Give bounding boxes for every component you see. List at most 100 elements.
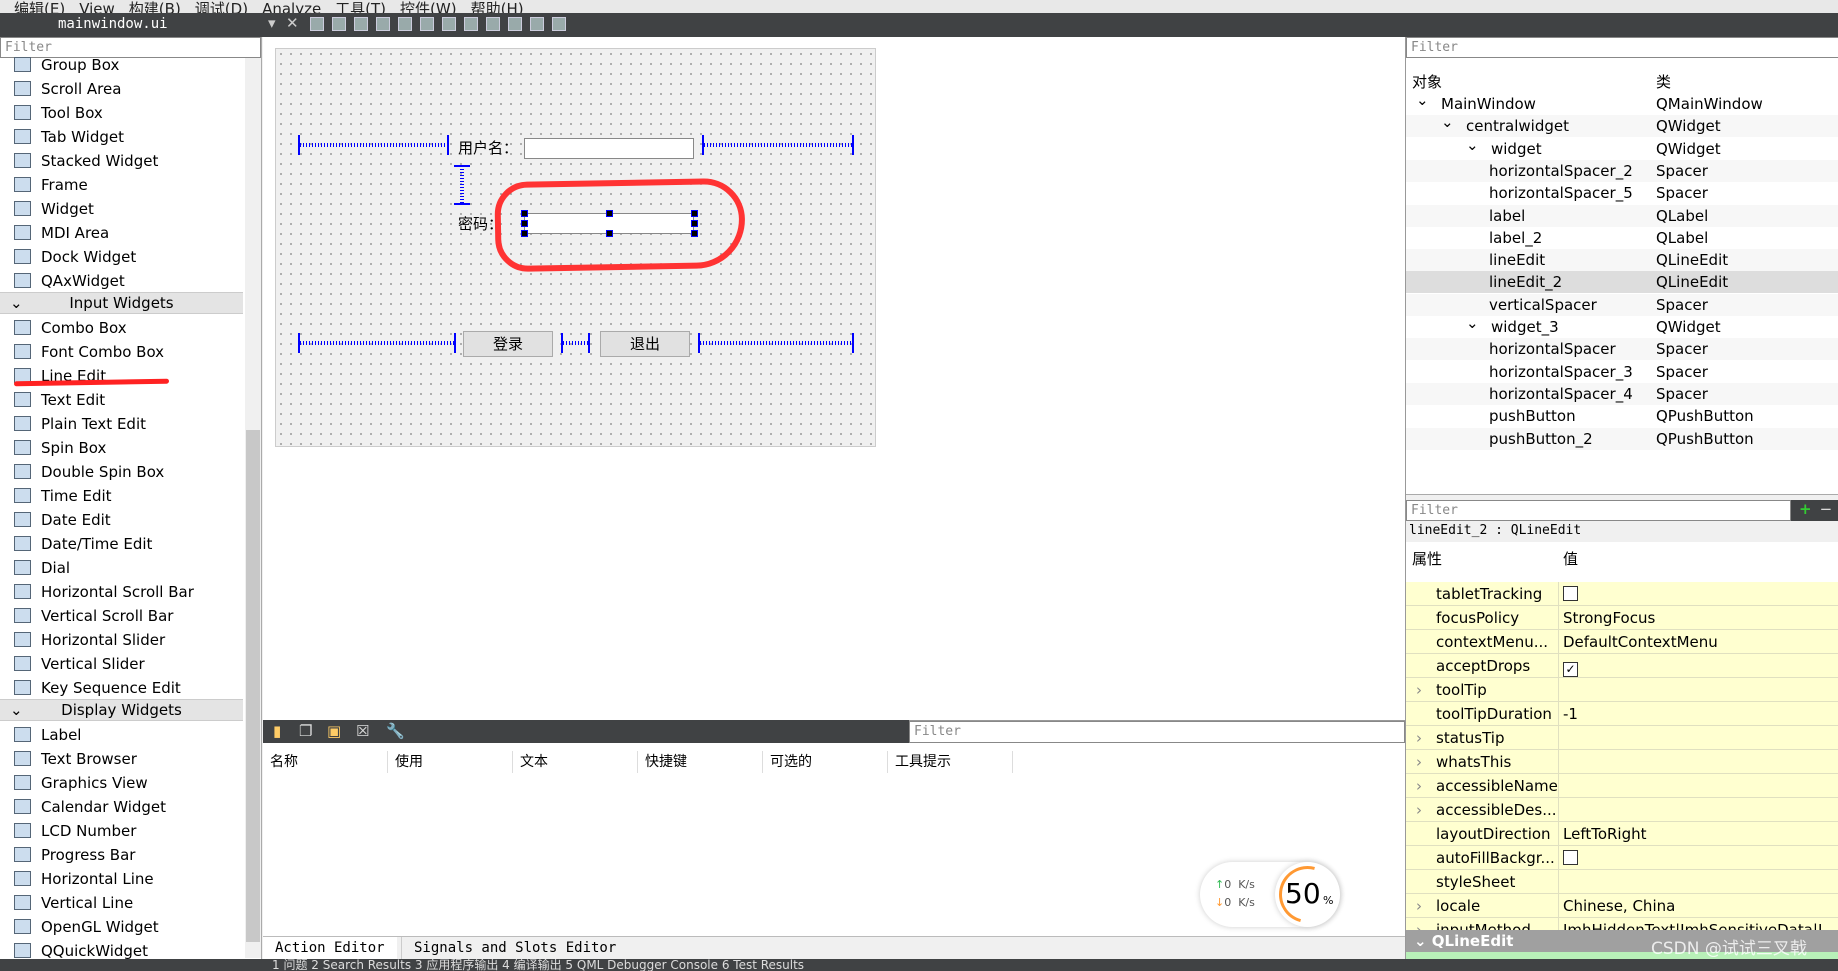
chevron-right-icon[interactable]: › bbox=[1416, 798, 1422, 822]
widget-item[interactable]: Key Sequence Edit bbox=[14, 676, 181, 700]
layout-tool-icon[interactable] bbox=[464, 17, 478, 31]
layout-tool-icon[interactable] bbox=[508, 17, 522, 31]
widget-item[interactable]: Vertical Slider bbox=[14, 652, 145, 676]
tab-action-editor[interactable]: Action Editor bbox=[263, 937, 397, 960]
menu-item[interactable]: View bbox=[79, 0, 115, 13]
widget-item[interactable]: Horizontal Slider bbox=[14, 628, 165, 652]
widget-item[interactable]: Date/Time Edit bbox=[14, 532, 152, 556]
property-value[interactable] bbox=[1558, 798, 1563, 822]
property-value[interactable]: Chinese, China bbox=[1558, 894, 1675, 918]
horizontal-spacer[interactable] bbox=[698, 333, 854, 353]
layout-tool-icon[interactable] bbox=[420, 17, 434, 31]
menu-item[interactable]: 调试(D) bbox=[195, 0, 248, 13]
widget-item[interactable]: Calendar Widget bbox=[14, 795, 166, 819]
object-tree-row[interactable]: label QLabel bbox=[1406, 204, 1838, 227]
property-row[interactable]: › whatsThis bbox=[1406, 750, 1838, 774]
property-value[interactable] bbox=[1558, 678, 1563, 702]
widget-item[interactable]: Scroll Area bbox=[14, 77, 121, 101]
open-file-selector[interactable]: mainwindow.ui bbox=[58, 16, 168, 32]
widget-item[interactable]: Widget bbox=[14, 197, 94, 221]
object-tree-row[interactable]: ⌄ widget QWidget bbox=[1406, 136, 1838, 160]
widget-item[interactable]: Plain Text Edit bbox=[14, 412, 146, 436]
widget-item[interactable]: Vertical Line bbox=[14, 891, 133, 915]
output-tabs[interactable]: 1 问题 2 Search Results 3 应用程序输出 4 编译输出 5 … bbox=[272, 959, 804, 971]
property-row[interactable]: tabletTracking bbox=[1406, 582, 1838, 606]
horizontal-spacer[interactable] bbox=[561, 333, 590, 353]
chevron-down-icon[interactable]: ⌄ bbox=[1466, 312, 1479, 334]
widget-item[interactable]: Font Combo Box bbox=[14, 340, 164, 364]
object-tree-row[interactable]: pushButton QPushButton bbox=[1406, 405, 1838, 427]
widget-item[interactable]: Group Box bbox=[14, 53, 119, 77]
property-value[interactable] bbox=[1558, 870, 1563, 894]
horizontal-spacer[interactable] bbox=[702, 135, 854, 155]
property-value[interactable]: ✓ bbox=[1558, 654, 1578, 678]
object-tree-row[interactable]: horizontalSpacer_5 Spacer bbox=[1406, 182, 1838, 204]
column-header[interactable]: 快捷键 bbox=[638, 751, 763, 773]
widget-item[interactable]: Combo Box bbox=[14, 316, 127, 340]
chevron-right-icon[interactable]: › bbox=[1416, 750, 1422, 774]
memory-gauge[interactable]: 50% bbox=[1268, 855, 1347, 934]
widget-item[interactable]: Spin Box bbox=[14, 436, 106, 460]
chevron-right-icon[interactable]: › bbox=[1416, 894, 1422, 918]
object-tree-row[interactable]: horizontalSpacer_3 Spacer bbox=[1406, 361, 1838, 383]
menu-item[interactable]: 构建(B) bbox=[129, 0, 181, 13]
property-value[interactable]: -1 bbox=[1558, 702, 1578, 726]
widget-item[interactable]: Horizontal Line bbox=[14, 867, 154, 891]
widget-item[interactable]: Tool Box bbox=[14, 101, 103, 125]
layout-tool-icon[interactable] bbox=[530, 17, 544, 31]
widget-item[interactable]: Horizontal Scroll Bar bbox=[14, 580, 194, 604]
layout-tool-icon[interactable] bbox=[442, 17, 456, 31]
property-value[interactable] bbox=[1558, 846, 1578, 870]
add-property-icon[interactable]: + bbox=[1799, 500, 1812, 518]
widget-item[interactable]: QAxWidget bbox=[14, 269, 125, 293]
object-tree-row[interactable]: horizontalSpacer Spacer bbox=[1406, 338, 1838, 361]
vertical-spacer[interactable] bbox=[454, 165, 470, 205]
action-filter-input[interactable]: Filter bbox=[909, 721, 1405, 743]
widget-item[interactable]: Double Spin Box bbox=[14, 460, 164, 484]
property-row[interactable]: › accessibleDes... bbox=[1406, 798, 1838, 822]
checkbox[interactable]: ✓ bbox=[1563, 662, 1578, 677]
property-row[interactable]: layoutDirection LeftToRight bbox=[1406, 822, 1838, 846]
layout-tool-icon[interactable] bbox=[552, 17, 566, 31]
chevron-down-icon[interactable]: ⌄ bbox=[1441, 111, 1454, 133]
chevron-right-icon[interactable]: › bbox=[1416, 774, 1422, 798]
chevron-down-icon[interactable]: ⌄ bbox=[1466, 134, 1479, 156]
widget-item[interactable]: Text Browser bbox=[14, 747, 137, 771]
delete-icon[interactable]: ☒ bbox=[356, 722, 369, 740]
object-tree-row[interactable]: horizontalSpacer_4 Spacer bbox=[1406, 382, 1838, 405]
widget-item[interactable]: Label bbox=[14, 723, 81, 747]
layout-tool-icon[interactable] bbox=[354, 17, 368, 31]
property-filter-input[interactable]: Filter bbox=[1406, 500, 1791, 521]
object-tree-row[interactable]: lineEdit QLineEdit bbox=[1406, 249, 1838, 272]
property-row[interactable]: › accessibleName bbox=[1406, 774, 1838, 798]
object-filter-input[interactable]: Filter bbox=[1406, 37, 1838, 58]
menu-item[interactable]: 工具(T) bbox=[335, 0, 386, 13]
chevron-down-icon[interactable]: ▾ bbox=[268, 14, 276, 32]
widget-item[interactable]: Text Edit bbox=[14, 388, 105, 412]
object-tree-row[interactable]: horizontalSpacer_2 Spacer bbox=[1406, 159, 1838, 182]
login-button[interactable]: 登录 bbox=[463, 331, 553, 357]
chevron-right-icon[interactable]: › bbox=[1416, 726, 1422, 750]
username-input[interactable] bbox=[524, 138, 694, 159]
widget-item[interactable]: Vertical Scroll Bar bbox=[14, 604, 173, 628]
column-header[interactable]: 可选的 bbox=[763, 751, 888, 773]
object-tree-row[interactable]: ⌄ widget_3 QWidget bbox=[1406, 314, 1838, 338]
new-action-icon[interactable]: ▮ bbox=[273, 722, 281, 740]
property-row[interactable]: toolTipDuration -1 bbox=[1406, 702, 1838, 726]
property-value[interactable]: StrongFocus bbox=[1558, 606, 1655, 630]
exit-button[interactable]: 退出 bbox=[600, 331, 690, 357]
layout-tool-icon[interactable] bbox=[486, 17, 500, 31]
column-header[interactable]: 工具提示 bbox=[888, 751, 1013, 773]
object-tree-row[interactable]: ⌄ MainWindow QMainWindow bbox=[1406, 91, 1838, 115]
property-row[interactable]: styleSheet bbox=[1406, 870, 1838, 894]
layout-tool-icon[interactable] bbox=[332, 17, 346, 31]
checkbox[interactable] bbox=[1563, 586, 1578, 601]
chevron-down-icon[interactable]: ⌄ bbox=[1416, 89, 1429, 111]
menu-item[interactable]: 控件(W) bbox=[400, 0, 457, 13]
widget-item[interactable]: Graphics View bbox=[14, 771, 148, 795]
property-value[interactable] bbox=[1558, 582, 1578, 606]
menu-item[interactable]: 帮助(H) bbox=[471, 0, 524, 13]
chevron-right-icon[interactable]: › bbox=[1416, 678, 1422, 702]
object-tree-row[interactable]: label_2 QLabel bbox=[1406, 227, 1838, 249]
layout-tool-icon[interactable] bbox=[310, 17, 324, 31]
